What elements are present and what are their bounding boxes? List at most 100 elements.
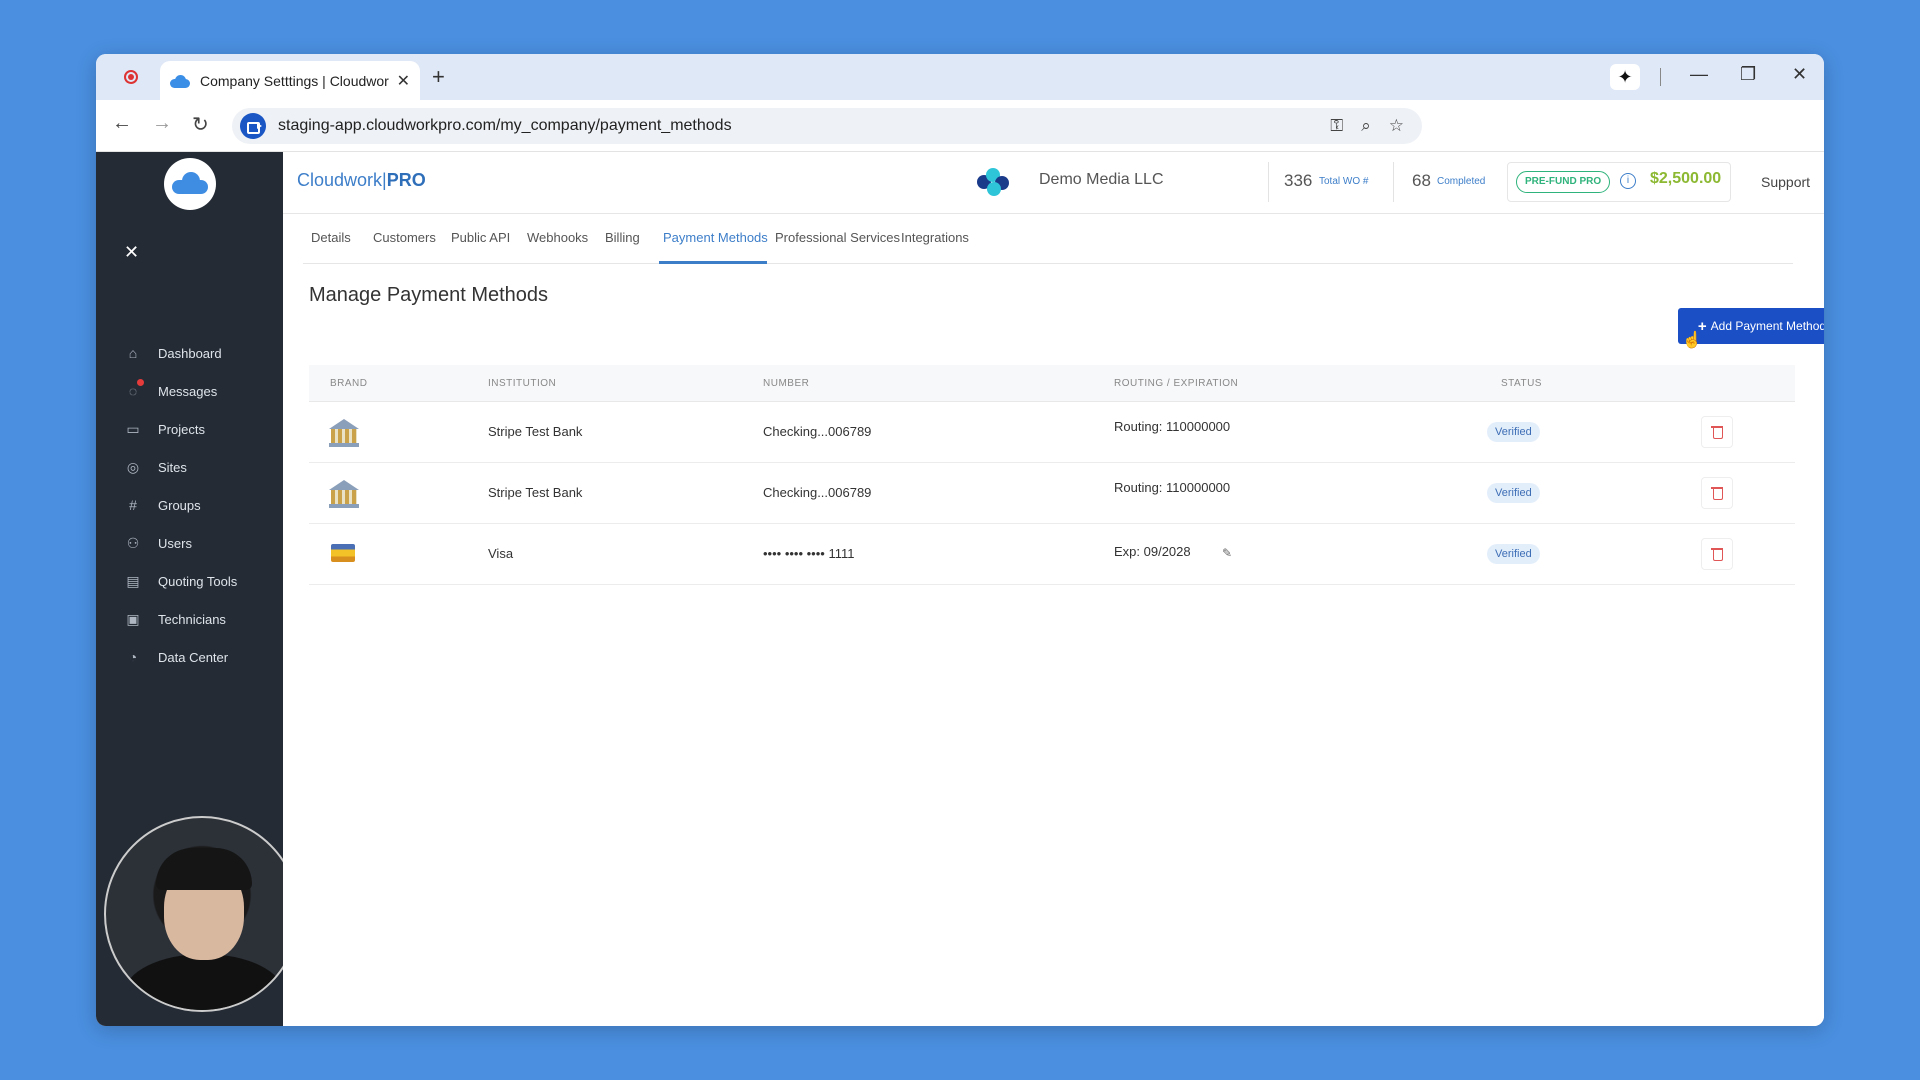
star-icon[interactable]: ☆ — [1389, 116, 1404, 136]
browser-tab[interactable]: Company Setttings | Cloudwork ✕ — [160, 61, 420, 100]
tab-integrations[interactable]: Integrations — [901, 230, 969, 245]
main-content: Cloudwork|PRO Demo Media LLC 336 Total W… — [283, 152, 1824, 1026]
tab-details[interactable]: Details — [311, 230, 351, 245]
tab-customers[interactable]: Customers — [373, 230, 436, 245]
status-badge: Verified — [1487, 483, 1540, 503]
hash-icon: # — [129, 497, 137, 513]
total-wo-label: Total WO # — [1319, 176, 1369, 187]
reload-icon[interactable]: ↻ — [192, 112, 209, 137]
company-logo-icon — [977, 168, 1017, 196]
divider — [1660, 68, 1661, 86]
close-icon[interactable]: ✕ — [124, 242, 139, 263]
number-cell: Checking...006789 — [763, 424, 872, 439]
new-tab-icon[interactable]: + — [432, 64, 445, 90]
restore-icon[interactable]: ❐ — [1740, 64, 1756, 85]
zoom-icon[interactable]: ⌕ — [1361, 116, 1371, 136]
expiration-cell: Exp: 09/2028 — [1114, 544, 1191, 559]
routing-cell: Routing: 110000000 — [1114, 480, 1231, 495]
sidebar-item-users[interactable]: ⚇ Users — [96, 525, 283, 561]
minimize-icon[interactable]: — — [1690, 64, 1708, 85]
brand-logo[interactable]: Cloudwork|PRO — [297, 170, 426, 191]
users-icon: ⚇ — [126, 535, 140, 551]
number-cell: Checking...006789 — [763, 485, 872, 500]
table-header: BRAND INSTITUTION NUMBER ROUTING / EXPIR… — [309, 365, 1795, 402]
column-header-number: NUMBER — [763, 378, 810, 389]
sidebar: ✕ ⌂ Dashboard ◌ Messages ▭ Projects ◎ Si… — [96, 152, 300, 1026]
chat-icon: ◌ — [124, 379, 144, 400]
key-icon[interactable]: ⚿ — [1330, 116, 1343, 136]
sidebar-item-label: Technicians — [158, 611, 226, 627]
table-row: Stripe Test Bank Checking...006789 Routi… — [309, 402, 1795, 463]
delete-icon[interactable] — [1701, 477, 1733, 509]
app-logo[interactable] — [164, 158, 216, 210]
prefund-badge[interactable]: PRE-FUND PRO — [1516, 171, 1611, 193]
tab-public-api[interactable]: Public API — [451, 230, 510, 245]
completed-label: Completed — [1437, 176, 1486, 187]
sidebar-item-label: Messages — [158, 383, 218, 399]
page-title: Manage Payment Methods — [309, 284, 549, 306]
forward-icon[interactable]: → — [152, 112, 172, 135]
sidebar-item-label: Users — [158, 535, 192, 551]
settings-tabs: Details Customers Public API Webhooks Bi… — [303, 214, 1793, 264]
close-window-icon[interactable]: ✕ — [1792, 64, 1807, 85]
sidebar-item-dashboard[interactable]: ⌂ Dashboard — [96, 335, 283, 371]
sidebar-item-projects[interactable]: ▭ Projects — [96, 411, 283, 447]
company-name[interactable]: Demo Media LLC — [1039, 171, 1164, 189]
tab-payment-methods[interactable]: Payment Methods — [663, 230, 768, 245]
bank-icon — [329, 419, 359, 447]
sidebar-item-quoting-tools[interactable]: ▤ Quoting Tools — [96, 563, 283, 599]
active-tab-indicator — [659, 261, 767, 264]
back-icon[interactable]: ← — [112, 112, 132, 135]
prefund-balance: $2,500.00 — [1650, 170, 1722, 187]
tab-professional-services[interactable]: Professional Services — [775, 230, 900, 245]
cloud-logo-icon — [172, 172, 208, 194]
camera-icon[interactable] — [240, 113, 266, 139]
info-icon[interactable]: i — [1620, 173, 1636, 189]
sidebar-item-technicians[interactable]: ▣ Technicians — [96, 601, 283, 637]
completed-count: 68 — [1412, 171, 1431, 190]
calculator-icon: ▤ — [126, 573, 140, 589]
number-cell: •••• •••• •••• 1111 — [763, 546, 855, 561]
tab-close-icon[interactable]: ✕ — [397, 71, 410, 91]
column-header-routing: ROUTING / EXPIRATION — [1114, 378, 1239, 389]
pie-chart-icon: ◔ — [128, 649, 138, 665]
sidebar-item-label: Sites — [158, 459, 187, 475]
tab-billing[interactable]: Billing — [605, 230, 640, 245]
tab-strip: Company Setttings | Cloudwork ✕ + ✦ — ❐ … — [96, 54, 1824, 100]
column-header-status: STATUS — [1501, 378, 1542, 389]
home-icon: ⌂ — [128, 345, 138, 361]
address-bar: ← → ↻ staging-app.cloudworkpro.com/my_co… — [96, 100, 1824, 152]
bank-icon — [329, 480, 359, 508]
sidebar-item-label: Groups — [158, 497, 201, 513]
webcam-overlay — [104, 816, 300, 1012]
institution-cell: Visa — [488, 546, 514, 561]
status-badge: Verified — [1487, 422, 1540, 442]
payment-methods-table: BRAND INSTITUTION NUMBER ROUTING / EXPIR… — [309, 365, 1795, 585]
sidebar-item-data-center[interactable]: ◔ Data Center — [96, 639, 283, 675]
institution-cell: Stripe Test Bank — [488, 485, 583, 500]
delete-icon[interactable] — [1701, 538, 1733, 570]
id-card-icon: ▣ — [126, 611, 140, 627]
table-row: Visa •••• •••• •••• 1111 Exp: 09/2028 ✎ … — [309, 524, 1795, 585]
sidebar-item-label: Projects — [158, 421, 205, 437]
url-field[interactable]: staging-app.cloudworkpro.com/my_company/… — [232, 108, 1422, 144]
sidebar-item-label: Dashboard — [158, 345, 222, 361]
mouse-cursor-icon: ☝ — [1682, 332, 1702, 349]
url-text: staging-app.cloudworkpro.com/my_company/… — [278, 117, 732, 134]
support-link[interactable]: Support — [1761, 174, 1810, 190]
sidebar-item-groups[interactable]: # Groups — [96, 487, 283, 523]
folder-icon: ▭ — [126, 421, 140, 437]
tab-webhooks[interactable]: Webhooks — [527, 230, 588, 245]
status-badge: Verified — [1487, 544, 1540, 564]
record-icon[interactable] — [124, 70, 138, 84]
tab-title: Company Setttings | Cloudwork — [200, 72, 389, 89]
institution-cell: Stripe Test Bank — [488, 424, 583, 439]
table-row: Stripe Test Bank Checking...006789 Routi… — [309, 463, 1795, 524]
sidebar-item-messages[interactable]: ◌ Messages — [96, 373, 283, 409]
sidebar-item-sites[interactable]: ◎ Sites — [96, 449, 283, 485]
sparkle-icon[interactable]: ✦ — [1610, 64, 1640, 90]
delete-icon[interactable] — [1701, 416, 1733, 448]
sidebar-item-label: Data Center — [158, 649, 229, 665]
edit-icon[interactable]: ✎ — [1222, 546, 1232, 560]
total-wo-count: 336 — [1284, 171, 1313, 190]
